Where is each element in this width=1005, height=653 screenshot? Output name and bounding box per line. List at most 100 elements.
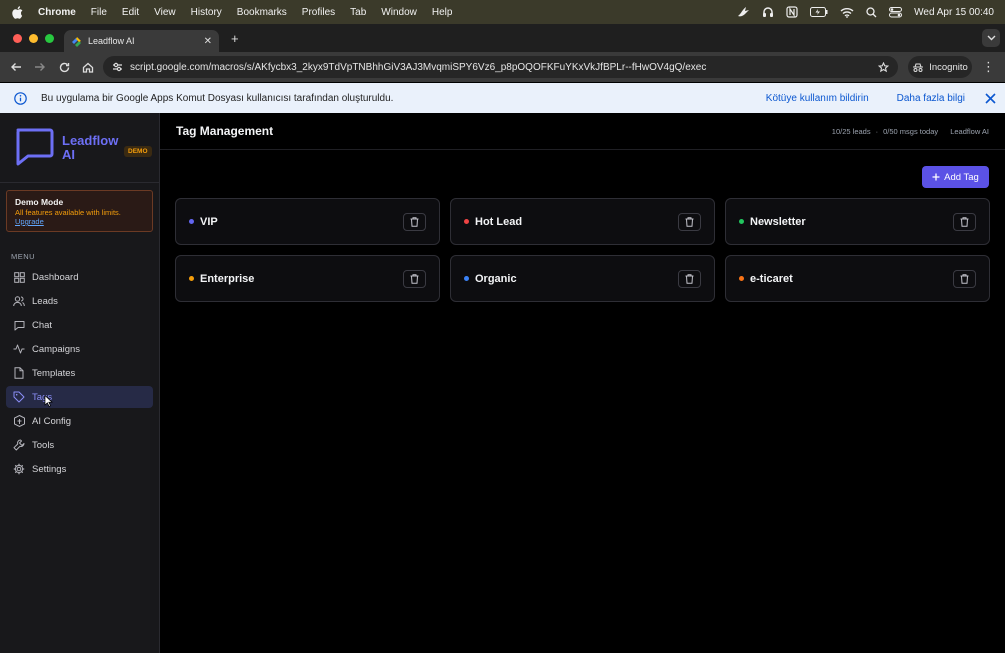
- info-bar-message: Bu uygulama bir Google Apps Komut Dosyas…: [41, 92, 394, 104]
- usage-stats: 10/25 leads · 0/50 msgs today Leadflow AI: [831, 126, 989, 136]
- incognito-indicator[interactable]: Incognito: [908, 56, 972, 78]
- learn-more-link[interactable]: Daha fazla bilgi: [897, 93, 965, 104]
- menubar-clock[interactable]: Wed Apr 15 00:40: [914, 7, 994, 18]
- tag-color-dot: [739, 276, 744, 281]
- incognito-icon: [913, 62, 924, 72]
- sidebar-item-tools[interactable]: Tools: [6, 434, 153, 456]
- tag-card-vip[interactable]: VIP: [175, 198, 440, 245]
- upgrade-link[interactable]: Upgrade: [15, 217, 144, 226]
- delete-tag-button[interactable]: [678, 269, 701, 288]
- tag-name: Organic: [475, 272, 517, 285]
- messages-usage: 0/50 msgs today: [883, 126, 939, 136]
- menubar-window[interactable]: Window: [381, 7, 417, 18]
- new-tab-icon[interactable]: +: [231, 31, 239, 46]
- sidebar-item-settings[interactable]: Settings: [6, 458, 153, 480]
- tag-color-dot: [189, 219, 194, 224]
- brand-name: Leadflow AI: [62, 132, 119, 162]
- apple-icon[interactable]: [12, 5, 24, 19]
- wifi-icon[interactable]: [840, 7, 854, 18]
- maximize-window-button[interactable]: [45, 33, 54, 43]
- file-icon: [13, 367, 25, 379]
- sidebar-item-label: AI Config: [32, 415, 72, 427]
- tag-card-newsletter[interactable]: Newsletter: [725, 198, 990, 245]
- sidebar-item-tags[interactable]: Tags: [6, 386, 153, 408]
- incognito-label: Incognito: [929, 61, 968, 73]
- control-center-icon[interactable]: [889, 6, 903, 18]
- sidebar-item-ai-config[interactable]: AI Config: [6, 410, 153, 432]
- tab-search-chevron-icon[interactable]: [982, 29, 1000, 47]
- menubar-status-area: Wed Apr 15 00:40: [737, 6, 994, 18]
- sidebar-item-label: Chat: [32, 319, 53, 331]
- sidebar-item-templates[interactable]: Templates: [6, 362, 153, 384]
- delete-tag-button[interactable]: [678, 212, 701, 231]
- menubar-view[interactable]: View: [154, 7, 176, 18]
- tag-grid: VIP Hot Lead Newsletter Enterprise Organ…: [175, 198, 990, 302]
- menubar-app-name[interactable]: Chrome: [38, 7, 76, 18]
- tag-card-organic[interactable]: Organic: [450, 255, 715, 302]
- tag-card-hot-lead[interactable]: Hot Lead: [450, 198, 715, 245]
- delete-tag-button[interactable]: [953, 269, 976, 288]
- tag-card-enterprise[interactable]: Enterprise: [175, 255, 440, 302]
- sidebar-item-dashboard[interactable]: Dashboard: [6, 266, 153, 288]
- mouse-pointer-icon: [44, 395, 53, 407]
- tag-icon: [13, 391, 25, 403]
- sidebar-item-chat[interactable]: Chat: [6, 314, 153, 336]
- bookmark-star-icon[interactable]: [878, 61, 889, 73]
- menubar-edit[interactable]: Edit: [122, 7, 139, 18]
- forward-arrow-icon[interactable]: [33, 60, 47, 74]
- site-info-icon[interactable]: [112, 62, 123, 72]
- users-icon: [13, 295, 25, 307]
- menubar-profiles[interactable]: Profiles: [302, 7, 335, 18]
- delete-tag-button[interactable]: [953, 212, 976, 231]
- app-sidebar: Leadflow AI DEMO Demo Mode All features …: [0, 113, 160, 653]
- menubar-file[interactable]: File: [91, 7, 107, 18]
- tag-card-e-ticaret[interactable]: e-ticaret: [725, 255, 990, 302]
- add-tag-button[interactable]: Add Tag: [922, 166, 989, 188]
- notion-icon[interactable]: [786, 6, 798, 18]
- reload-icon[interactable]: [57, 60, 71, 74]
- trash-icon: [960, 273, 969, 284]
- sidebar-item-label: Dashboard: [32, 271, 79, 283]
- tag-name: e-ticaret: [750, 272, 793, 285]
- browser-menu-icon[interactable]: ⋮: [982, 59, 995, 75]
- address-bar[interactable]: script.google.com/macros/s/AKfycbx3_2kyx…: [103, 56, 898, 78]
- grid-icon: [13, 271, 25, 283]
- headphones-icon[interactable]: [762, 6, 774, 18]
- battery-icon[interactable]: [810, 7, 828, 17]
- trash-icon: [685, 273, 694, 284]
- close-tab-icon[interactable]: ✕: [204, 36, 212, 47]
- menubar-bookmarks[interactable]: Bookmarks: [237, 7, 287, 18]
- activity-icon: [13, 343, 25, 355]
- demo-mode-description: All features available with limits.: [15, 208, 121, 217]
- sidebar-item-campaigns[interactable]: Campaigns: [6, 338, 153, 360]
- tag-color-dot: [189, 276, 194, 281]
- close-info-bar-icon[interactable]: [985, 92, 996, 104]
- minimize-window-button[interactable]: [29, 33, 38, 43]
- spotlight-search-icon[interactable]: [866, 6, 877, 18]
- menubar-help[interactable]: Help: [432, 7, 453, 18]
- browser-tab-active[interactable]: Leadflow AI ✕: [64, 30, 219, 52]
- trash-icon: [685, 216, 694, 227]
- window-controls: [13, 33, 54, 43]
- menubar-history[interactable]: History: [191, 7, 222, 18]
- gear-icon: [13, 463, 25, 475]
- url-text[interactable]: script.google.com/macros/s/AKfycbx3_2kyx…: [130, 62, 706, 73]
- close-window-button[interactable]: [13, 33, 22, 43]
- tag-color-dot: [464, 219, 469, 224]
- cpu-icon: [13, 415, 25, 427]
- menubar-tab[interactable]: Tab: [350, 7, 366, 18]
- back-arrow-icon[interactable]: [9, 60, 23, 74]
- tab-title: Leadflow AI: [88, 36, 135, 46]
- delete-tag-button[interactable]: [403, 269, 426, 288]
- page-header: Tag Management 10/25 leads · 0/50 msgs tod…: [160, 113, 1005, 150]
- sidebar-nav: Dashboard Leads Chat Campaigns Templates…: [0, 266, 159, 480]
- home-icon[interactable]: [81, 60, 95, 74]
- apps-script-favicon-icon: [72, 36, 81, 47]
- sidebar-item-leads[interactable]: Leads: [6, 290, 153, 312]
- bird-icon[interactable]: [737, 6, 750, 18]
- browser-toolbar: script.google.com/macros/s/AKfycbx3_2kyx…: [0, 52, 1005, 82]
- tag-color-dot: [464, 276, 469, 281]
- plus-icon: [932, 173, 940, 181]
- delete-tag-button[interactable]: [403, 212, 426, 231]
- report-abuse-link[interactable]: Kötüye kullanım bildirin: [766, 93, 869, 104]
